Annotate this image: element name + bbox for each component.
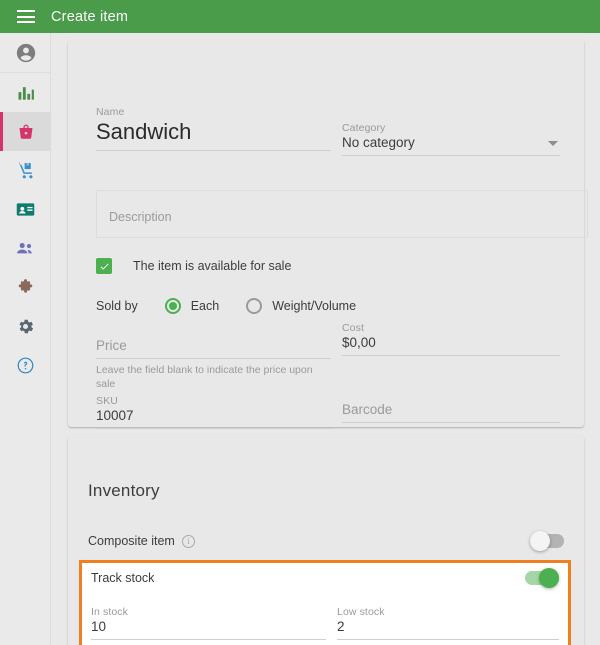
radio-unselected-icon[interactable] [246, 298, 262, 314]
available-for-sale-label: The item is available for sale [133, 259, 291, 273]
in-stock-input[interactable]: 10 [91, 618, 326, 640]
track-stock-label: Track stock [91, 571, 154, 585]
sidebar-item-help[interactable] [0, 346, 51, 385]
customers-icon [15, 238, 36, 259]
description-placeholder: Description [109, 210, 172, 224]
sidebar-item-account[interactable] [0, 33, 51, 73]
low-stock-field[interactable]: Low stock 2 Item quantity at which you w… [337, 606, 559, 645]
sold-by-row: Sold by Each Weight/Volume [96, 298, 373, 314]
sku-label: SKU [96, 395, 331, 407]
account-circle-icon [15, 42, 37, 64]
puzzle-piece-icon [16, 278, 35, 297]
category-selected-value: No category [342, 135, 415, 150]
sold-by-label: Sold by [96, 299, 138, 313]
sidebar-nav [0, 33, 51, 645]
sidebar-item-reports[interactable] [0, 73, 51, 112]
in-stock-field[interactable]: In stock 10 [91, 606, 326, 640]
cost-field[interactable]: Cost $0,00 [342, 322, 560, 356]
cost-label: Cost [342, 322, 560, 334]
general-info-card: Name Sandwich Category No category Descr… [68, 40, 584, 427]
inventory-card: Inventory Composite item i Track stock I… [68, 436, 584, 645]
sold-by-option-each-label: Each [191, 299, 220, 313]
name-field[interactable]: Name Sandwich [96, 106, 331, 151]
sidebar-item-settings[interactable] [0, 307, 51, 346]
sku-input[interactable]: 10007 [96, 407, 331, 429]
barcode-input[interactable]: Barcode [342, 401, 560, 423]
composite-item-label-group: Composite item i [88, 534, 195, 548]
inventory-section-title: Inventory [88, 481, 160, 501]
category-select[interactable]: No category [342, 134, 560, 156]
check-icon [99, 261, 110, 272]
chevron-down-icon[interactable] [548, 141, 558, 146]
name-label: Name [96, 106, 331, 118]
sidebar-item-integrations[interactable] [0, 268, 51, 307]
radio-selected-icon[interactable] [165, 298, 181, 314]
dolly-cart-icon [15, 160, 36, 181]
basket-icon [16, 122, 36, 142]
available-for-sale-row[interactable]: The item is available for sale [96, 258, 291, 274]
name-input[interactable]: Sandwich [96, 118, 331, 151]
top-app-bar: Create item [0, 0, 600, 33]
sold-by-option-each[interactable]: Each [155, 298, 220, 314]
track-stock-toggle[interactable] [525, 571, 559, 585]
content-scroll-area[interactable]: Name Sandwich Category No category Descr… [52, 33, 600, 645]
page-title: Create item [51, 9, 128, 25]
info-icon[interactable]: i [182, 535, 195, 548]
category-label: Category [342, 122, 560, 134]
price-input[interactable]: Price [96, 337, 331, 359]
composite-item-toggle[interactable] [530, 534, 564, 548]
help-circle-icon [16, 356, 35, 375]
sidebar-item-inventory-management[interactable] [0, 151, 51, 190]
low-stock-input[interactable]: 2 [337, 618, 559, 640]
price-hint: Leave the field blank to indicate the pr… [96, 363, 331, 391]
sku-field[interactable]: SKU 10007 [96, 395, 331, 429]
barcode-field[interactable]: Barcode [342, 401, 560, 423]
track-stock-highlight-box: Track stock In stock 10 Low stock 2 Item… [79, 560, 571, 645]
description-textarea[interactable]: Description [96, 190, 588, 238]
sidebar-item-employees[interactable] [0, 190, 51, 229]
sold-by-option-weight-volume[interactable]: Weight/Volume [236, 298, 356, 314]
gear-icon [16, 317, 35, 336]
toggle-knob [530, 531, 550, 551]
cost-input[interactable]: $0,00 [342, 334, 560, 356]
sidebar-item-customers[interactable] [0, 229, 51, 268]
category-field[interactable]: Category No category [342, 122, 560, 156]
bar-chart-icon [16, 83, 36, 103]
sold-by-option-weight-volume-label: Weight/Volume [272, 299, 356, 313]
composite-item-row[interactable]: Composite item i [88, 534, 564, 548]
low-stock-label: Low stock [337, 606, 559, 618]
in-stock-label: In stock [91, 606, 326, 618]
toggle-knob [539, 568, 559, 588]
composite-item-label: Composite item [88, 534, 175, 548]
employee-card-icon [15, 199, 36, 220]
price-field[interactable]: Price Leave the field blank to indicate … [96, 337, 331, 391]
sidebar-item-items[interactable] [0, 112, 51, 151]
hamburger-menu-icon[interactable] [17, 10, 35, 23]
available-for-sale-checkbox[interactable] [96, 258, 112, 274]
track-stock-row[interactable]: Track stock [91, 571, 559, 585]
